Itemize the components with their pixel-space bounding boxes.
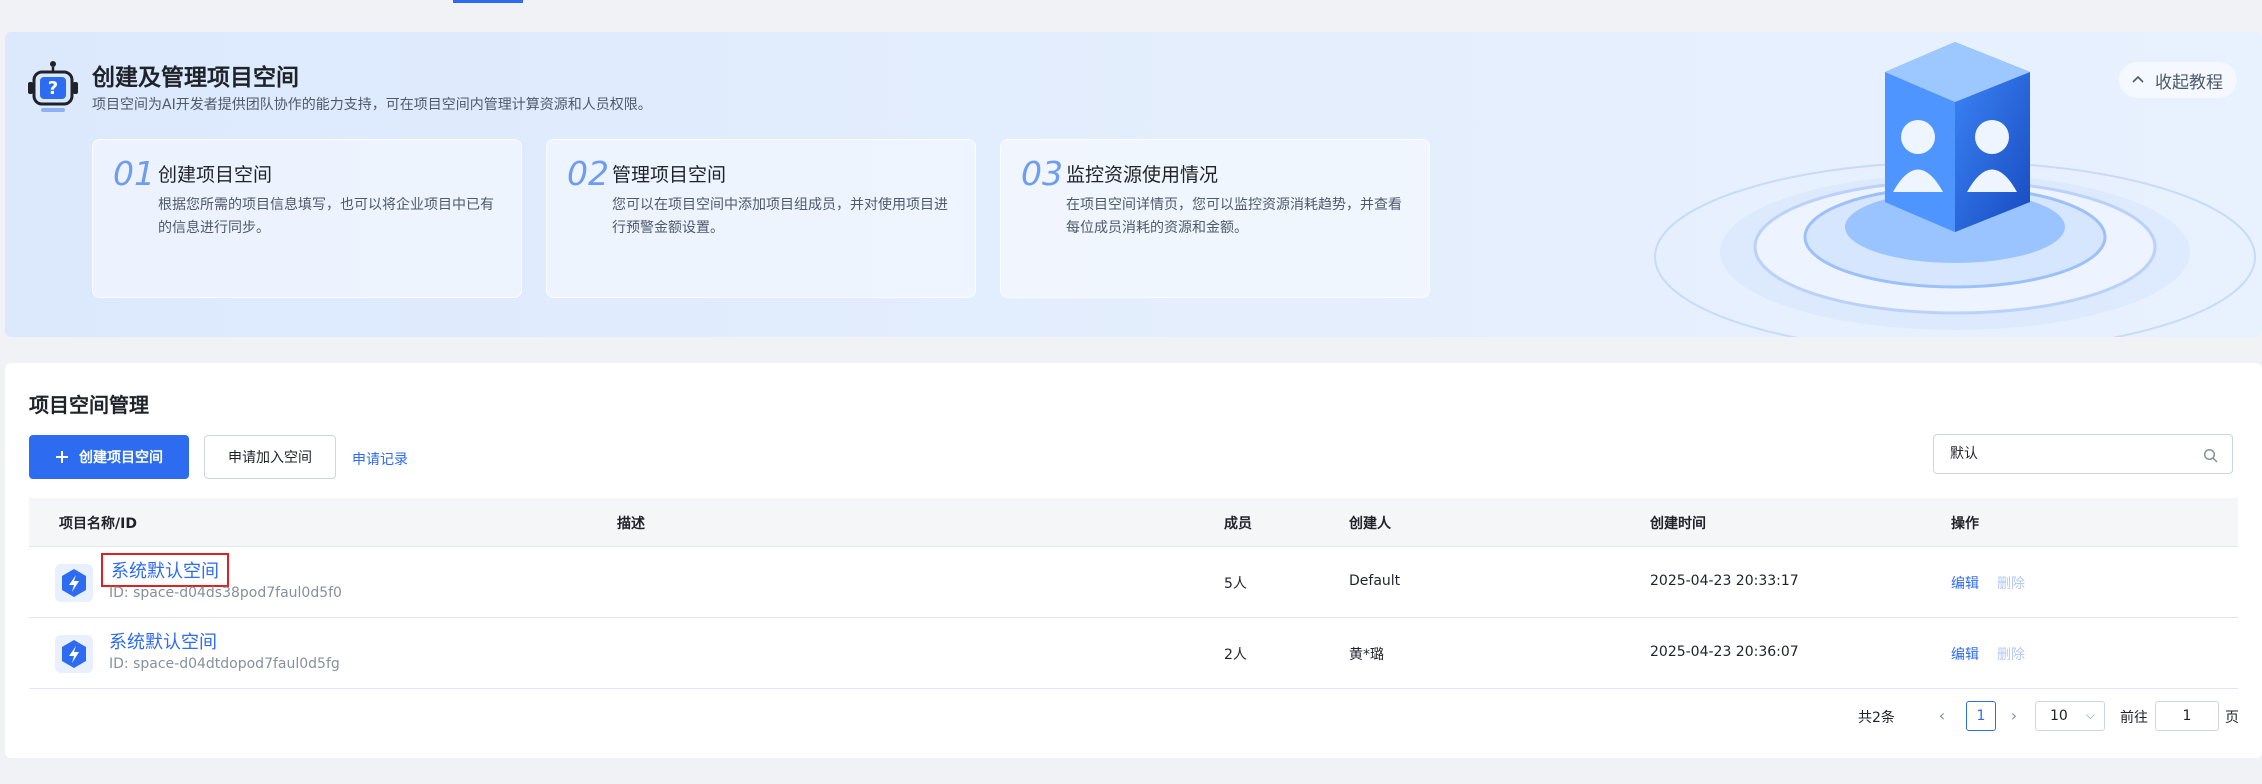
create-label: 创建项目空间 xyxy=(79,450,163,466)
banner-subtitle: 项目空间为AI开发者提供团队协作的能力支持，可在项目空间内管理计算资源和人员权限… xyxy=(92,97,652,113)
step-card-manage: 02 管理项目空间 您可以在项目空间中添加项目组成员，并对使用项目进行预警金额设… xyxy=(546,139,976,298)
step-card-create: 01 创建项目空间 根据您所需的项目信息填写，也可以将企业项目中已有的信息进行同… xyxy=(92,139,522,298)
step-description: 您可以在项目空间中添加项目组成员，并对使用项目进行预警金额设置。 xyxy=(612,197,948,236)
apply-join-space-button[interactable]: 申请加入空间 xyxy=(204,435,336,479)
space-icon xyxy=(55,564,93,602)
table-row: 系统默认空间 ID: space-d04ds38pod7faul0d5f0 5人… xyxy=(29,547,2238,618)
step-card-monitor: 03 监控资源使用情况 在项目空间详情页，您可以监控资源消耗趋势，并查看每位成员… xyxy=(1000,139,1430,298)
create-project-space-button[interactable]: 创建项目空间 xyxy=(29,435,189,479)
header-created-time: 创建时间 xyxy=(1650,516,1706,532)
page-size-select[interactable]: 10 ⌵ xyxy=(2035,701,2105,731)
step-title: 创建项目空间 xyxy=(158,164,273,186)
edit-button[interactable]: 编辑 xyxy=(1951,573,1979,593)
chevron-down-icon: ⌵ xyxy=(2085,708,2095,722)
step-number: 03 xyxy=(1021,154,1063,193)
collapse-tutorial-button[interactable]: 收起教程 xyxy=(2119,62,2237,98)
member-count: 5人 xyxy=(1224,576,1247,592)
total-count: 共2条 xyxy=(1858,710,1895,726)
header-description: 描述 xyxy=(617,516,645,532)
chevron-up-icon xyxy=(2132,75,2144,83)
active-tab-indicator xyxy=(453,0,523,3)
pagination: 共2条 ‹ 1 › 10 ⌵ 前往 1 页 xyxy=(5,699,2262,733)
member-count: 2人 xyxy=(1224,647,1247,663)
table-header: 项目名称/ID 描述 成员 创建人 创建时间 操作 xyxy=(29,498,2238,547)
header-operations: 操作 xyxy=(1951,516,1979,532)
search-box[interactable] xyxy=(1933,434,2233,474)
header-name: 项目名称/ID xyxy=(59,516,137,532)
plus-icon xyxy=(56,451,68,463)
tutorial-banner: ? 创建及管理项目空间 项目空间为AI开发者提供团队协作的能力支持，可在项目空间… xyxy=(5,32,2262,337)
header-members: 成员 xyxy=(1224,516,1252,532)
collapse-label: 收起教程 xyxy=(2155,72,2223,93)
space-id: ID: space-d04ds38pod7faul0d5f0 xyxy=(109,585,342,601)
space-icon xyxy=(55,635,93,673)
creator: 黄*璐 xyxy=(1349,647,1384,663)
table-row: 系统默认空间 ID: space-d04dtdopod7faul0d5fg 2人… xyxy=(29,618,2238,689)
created-time: 2025-04-23 20:33:17 xyxy=(1650,573,1799,589)
page-suffix: 页 xyxy=(2225,710,2239,726)
step-description: 根据您所需的项目信息填写，也可以将企业项目中已有的信息进行同步。 xyxy=(158,197,494,236)
help-bot-icon: ? xyxy=(28,61,78,112)
space-id: ID: space-d04dtdopod7faul0d5fg xyxy=(109,656,340,672)
project-space-management-panel: 项目空间管理 创建项目空间 申请加入空间 申请记录 项目名称/ID 描述 成员 … xyxy=(5,363,2262,758)
search-input[interactable] xyxy=(1948,444,2192,462)
goto-label: 前往 xyxy=(2120,710,2148,726)
space-name-link[interactable]: 系统默认空间 xyxy=(109,628,217,654)
goto-page-input[interactable]: 1 xyxy=(2155,701,2219,731)
chevron-left-icon[interactable]: ‹ xyxy=(1932,704,1952,728)
chevron-right-icon[interactable]: › xyxy=(2004,704,2024,728)
step-description: 在项目空间详情页，您可以监控资源消耗趋势，并查看每位成员消耗的资源和金额。 xyxy=(1066,197,1402,236)
panel-title: 项目空间管理 xyxy=(29,393,149,417)
svg-text:?: ? xyxy=(48,78,58,99)
delete-button[interactable]: 删除 xyxy=(1997,644,2025,664)
header-creator: 创建人 xyxy=(1349,516,1391,532)
created-time: 2025-04-23 20:36:07 xyxy=(1650,644,1799,660)
space-name-link[interactable]: 系统默认空间 xyxy=(101,553,229,587)
step-number: 02 xyxy=(567,154,609,193)
step-title: 管理项目空间 xyxy=(612,164,727,186)
apply-record-link[interactable]: 申请记录 xyxy=(352,449,408,469)
creator: Default xyxy=(1349,573,1401,589)
edit-button[interactable]: 编辑 xyxy=(1951,644,1979,664)
step-title: 监控资源使用情况 xyxy=(1066,164,1219,186)
delete-button[interactable]: 删除 xyxy=(1997,573,2025,593)
search-icon[interactable] xyxy=(2203,448,2218,463)
step-number: 01 xyxy=(113,154,155,193)
current-page-button[interactable]: 1 xyxy=(1966,701,1996,731)
page-size-value: 10 xyxy=(2050,708,2068,724)
banner-title: 创建及管理项目空间 xyxy=(92,65,299,91)
project-space-table: 项目名称/ID 描述 成员 创建人 创建时间 操作 系统默认空间 ID: spa… xyxy=(29,498,2238,689)
